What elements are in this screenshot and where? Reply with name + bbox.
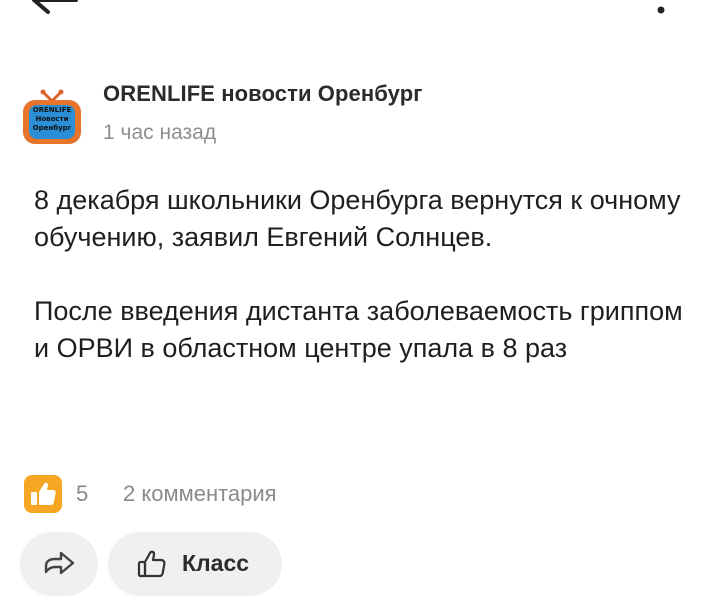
avatar-caption-line: Новости [35,115,69,123]
thumbs-up-outline-icon [137,550,166,578]
share-button[interactable] [20,532,98,596]
post-paragraph: После введения дистанта заболеваемость г… [34,296,683,363]
post-stats: 5 2 комментария [24,475,664,515]
post-timestamp: 1 час назад [103,121,217,144]
more-options-button[interactable] [650,0,672,20]
post-paragraph: 8 декабря школьники Оренбурга вернутся к… [34,185,681,252]
more-vertical-icon [657,6,665,14]
avatar-caption: ORENLIFE Новости Оренбург [30,106,74,133]
top-bar [0,0,708,30]
comments-count-link[interactable]: 2 комментария [123,481,277,507]
back-button[interactable] [30,0,80,22]
klass-label: Класс [182,550,250,576]
avatar-caption-line: Оренбург [32,124,72,132]
likes-badge[interactable] [24,475,62,513]
likes-count[interactable]: 5 [76,481,88,507]
klass-button[interactable]: Класс [108,532,282,596]
arrow-left-icon [32,0,78,14]
avatar-caption-line: ORENLIFE [32,106,72,114]
post-author: ORENLIFE Новости Оренбург ORENLIFE новос… [20,78,688,158]
author-avatar[interactable]: ORENLIFE Новости Оренбург [20,85,84,147]
thumbs-up-icon [31,482,56,505]
share-arrow-icon [44,551,75,575]
post-actions: Класс [20,532,680,596]
author-name[interactable]: ORENLIFE новости Оренбург [103,81,423,107]
post-body: 8 декабря школьники Оренбурга вернутся к… [34,182,684,367]
